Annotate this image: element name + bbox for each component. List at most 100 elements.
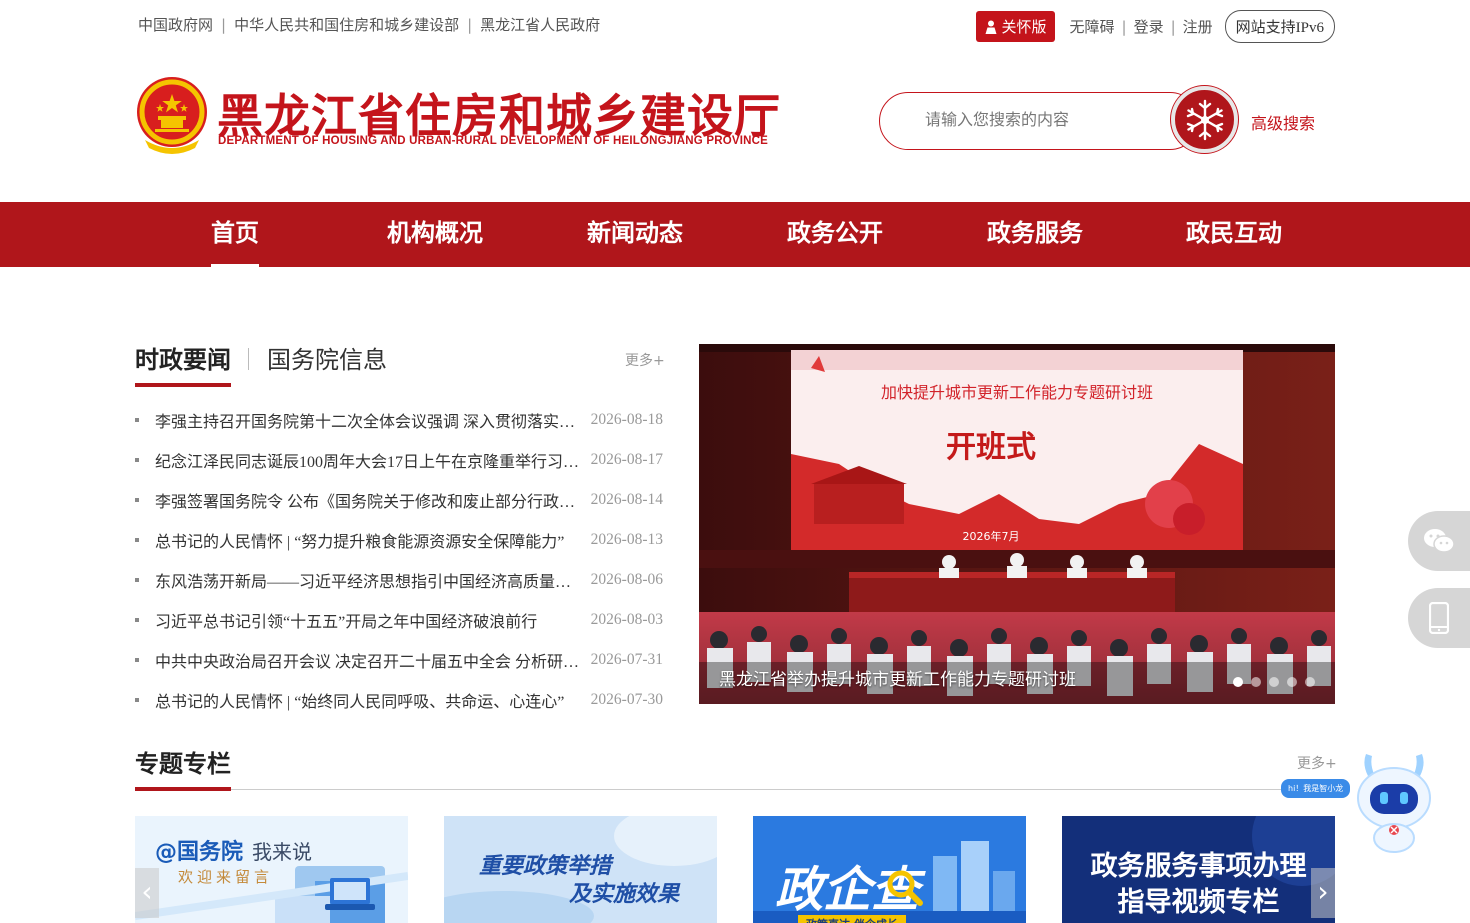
advanced-search-link[interactable]: 高级搜索 [1251,110,1315,134]
divider: | [221,15,227,34]
top-links: 中国政府网 | 中华人民共和国住房和城乡建设部 | 黑龙江省人民政府 [138,14,600,35]
carousel-dot[interactable] [1305,677,1315,687]
carousel-next-button[interactable]: › [1311,868,1335,918]
link-hlj-gov[interactable]: 黑龙江省人民政府 [480,14,600,35]
bullet [135,498,139,502]
card-line2: 政策直达 伴企成长 [798,915,906,923]
bullet [135,458,139,462]
news-title[interactable]: 东风浩荡开新局——习近平经济思想指引中国经济高质量发展述评 [155,568,591,592]
list-item[interactable]: 总书记的人民情怀 | “努力提升粮食能源资源安全保障能力” 2026-08-13 [135,520,663,560]
banner-title: 加快提升城市更新工作能力专题研讨班 [881,383,1153,402]
news-title[interactable]: 总书记的人民情怀 | “努力提升粮食能源资源安全保障能力” [155,528,591,552]
nav-gov-affairs-public[interactable]: 政务公开 [787,202,883,267]
news-more-link[interactable]: 更多+ [625,350,665,370]
card-service-video[interactable]: 政务服务事项办理 指导视频专栏 [1062,816,1335,923]
magnifier-icon [887,870,923,906]
bullet [135,578,139,582]
divider: | [1121,17,1127,36]
bullet [135,618,139,622]
link-gov-cn[interactable]: 中国政府网 [138,14,213,35]
card-state-council-message[interactable]: @国务院 我来说 欢迎来留言 [135,816,408,923]
nav-news[interactable]: 新闻动态 [587,202,683,267]
news-title[interactable]: 李强签署国务院令 公布《国务院关于修改和废止部分行政法规的决定》 [155,488,591,512]
accessibility-link[interactable]: 无障碍 [1069,16,1114,37]
carousel-prev-button[interactable]: ‹ [135,868,159,918]
tab-state-council[interactable]: 国务院信息 [267,340,387,375]
list-item[interactable]: 李强主持召开国务院第十二次全体会议强调 深入贯彻落实党中央决策部署2026-08… [135,400,663,440]
news-carousel[interactable]: 加快提升城市更新工作能力专题研讨班 开班式 2026年7月 黑龙江省举办提升城市… [699,344,1335,704]
nav-gov-services[interactable]: 政务服务 [987,202,1083,267]
list-item[interactable]: 中共中央政治局召开会议 决定召开二十届五中全会 分析研究当前经济形势2026-0… [135,640,663,680]
link-mohurd[interactable]: 中华人民共和国住房和城乡建设部 [234,14,459,35]
mobile-phone-icon [1429,602,1449,634]
card-zhengqicha[interactable]: 政企查 政策直达 伴企成长 [753,816,1026,923]
special-section-title: 专题专栏 [135,750,231,778]
news-title[interactable]: 中共中央政治局召开会议 决定召开二十届五中全会 分析研究当前经济形势 [155,648,591,672]
list-item[interactable]: 李强签署国务院令 公布《国务院关于修改和废止部分行政法规的决定》2026-08-… [135,480,663,520]
divider: | [1170,17,1176,36]
care-version-label: 关怀版 [1001,18,1047,36]
tab-divider [248,348,249,370]
banner-date: 2026年7月 [963,529,1020,543]
top-right-links: 关怀版 无障碍 | 登录 | 注册 网站支持IPv6 [976,10,1335,43]
search-box [879,92,1199,150]
tab-active-indicator [135,383,231,387]
carousel-dot[interactable] [1251,677,1261,687]
news-title[interactable]: 纪念江泽民同志诞辰100周年大会17日上午在京隆重举行习近平发表讲话 [155,448,591,472]
login-link[interactable]: 登录 [1134,16,1164,37]
wechat-float-button[interactable] [1408,511,1470,571]
news-title[interactable]: 习近平总书记引领“十五五”开局之年中国经济破浪前行 [155,608,591,632]
snowflake-icon [1186,99,1223,140]
carousel-dot[interactable] [1287,677,1297,687]
section-title-indicator [135,787,231,791]
news-date: 2026-07-31 [590,651,663,668]
search-button[interactable] [1171,86,1238,153]
card-line2: 指导视频专栏 [1117,887,1280,918]
card-line1: 政务服务事项办理 [1090,851,1307,882]
care-version-button[interactable]: 关怀版 [976,11,1056,42]
section-divider [135,789,1335,790]
news-title[interactable]: 李强主持召开国务院第十二次全体会议强调 深入贯彻落实党中央决策部署 [155,408,591,432]
banner-main: 开班式 [946,430,1036,465]
robot-bubble[interactable]: hi！我是智小龙 [1281,779,1351,798]
list-item[interactable]: 纪念江泽民同志诞辰100周年大会17日上午在京隆重举行习近平发表讲话2026-0… [135,440,663,480]
wechat-icon [1424,529,1455,553]
person-icon [985,20,997,34]
nav-home[interactable]: 首页 [211,202,259,267]
bullet [135,658,139,662]
mobile-float-button[interactable] [1408,588,1470,648]
carousel-caption[interactable]: 黑龙江省举办提升城市更新工作能力专题研讨班 [719,665,1076,690]
list-item[interactable]: 习近平总书记引领“十五五”开局之年中国经济破浪前行 2026-08-03 [135,600,663,640]
news-list: 李强主持召开国务院第十二次全体会议强调 深入贯彻落实党中央决策部署2026-08… [135,400,663,720]
news-date: 2026-08-17 [590,451,663,468]
card-line2: 我来说 [252,840,312,864]
nav-interaction[interactable]: 政民互动 [1186,202,1282,267]
news-date: 2026-07-30 [590,691,663,708]
news-date: 2026-08-18 [590,411,663,428]
national-emblem-logo [137,77,207,154]
site-subtitle: DEPARTMENT OF HOUSING AND URBAN-RURAL DE… [218,135,768,147]
search-input[interactable] [925,110,1165,129]
bullet [135,698,139,702]
nav-organization[interactable]: 机构概况 [387,202,483,267]
carousel-dots [1233,677,1315,687]
divider: | [467,15,473,34]
news-date: 2026-08-14 [590,491,663,508]
card-key-policy[interactable]: 重要政策举措 及实施效果 [444,816,717,923]
tab-current-affairs[interactable]: 时政要闻 [135,340,231,375]
register-link[interactable]: 注册 [1183,16,1213,37]
carousel-dot[interactable] [1269,677,1279,687]
news-date: 2026-08-03 [590,611,663,628]
bullet [135,538,139,542]
main-nav: 首页 机构概况 新闻动态 政务公开 政务服务 政民互动 [0,202,1470,267]
robot-assistant-icon[interactable] [1354,750,1434,854]
list-item[interactable]: 东风浩荡开新局——习近平经济思想指引中国经济高质量发展述评 2026-08-06 [135,560,663,600]
special-more-link[interactable]: 更多+ [1297,753,1337,773]
carousel-photo: 加快提升城市更新工作能力专题研讨班 开班式 2026年7月 [699,344,1335,704]
news-tabs: 时政要闻 国务院信息 [135,340,663,390]
list-item[interactable]: 总书记的人民情怀 | “始终同人民同呼吸、共命运、心连心” 2026-07-30 [135,680,663,720]
bullet [135,418,139,422]
carousel-dot[interactable] [1233,677,1243,687]
news-title[interactable]: 总书记的人民情怀 | “始终同人民同呼吸、共命运、心连心” [155,688,591,712]
card-line3: 欢迎来留言 [178,868,274,886]
